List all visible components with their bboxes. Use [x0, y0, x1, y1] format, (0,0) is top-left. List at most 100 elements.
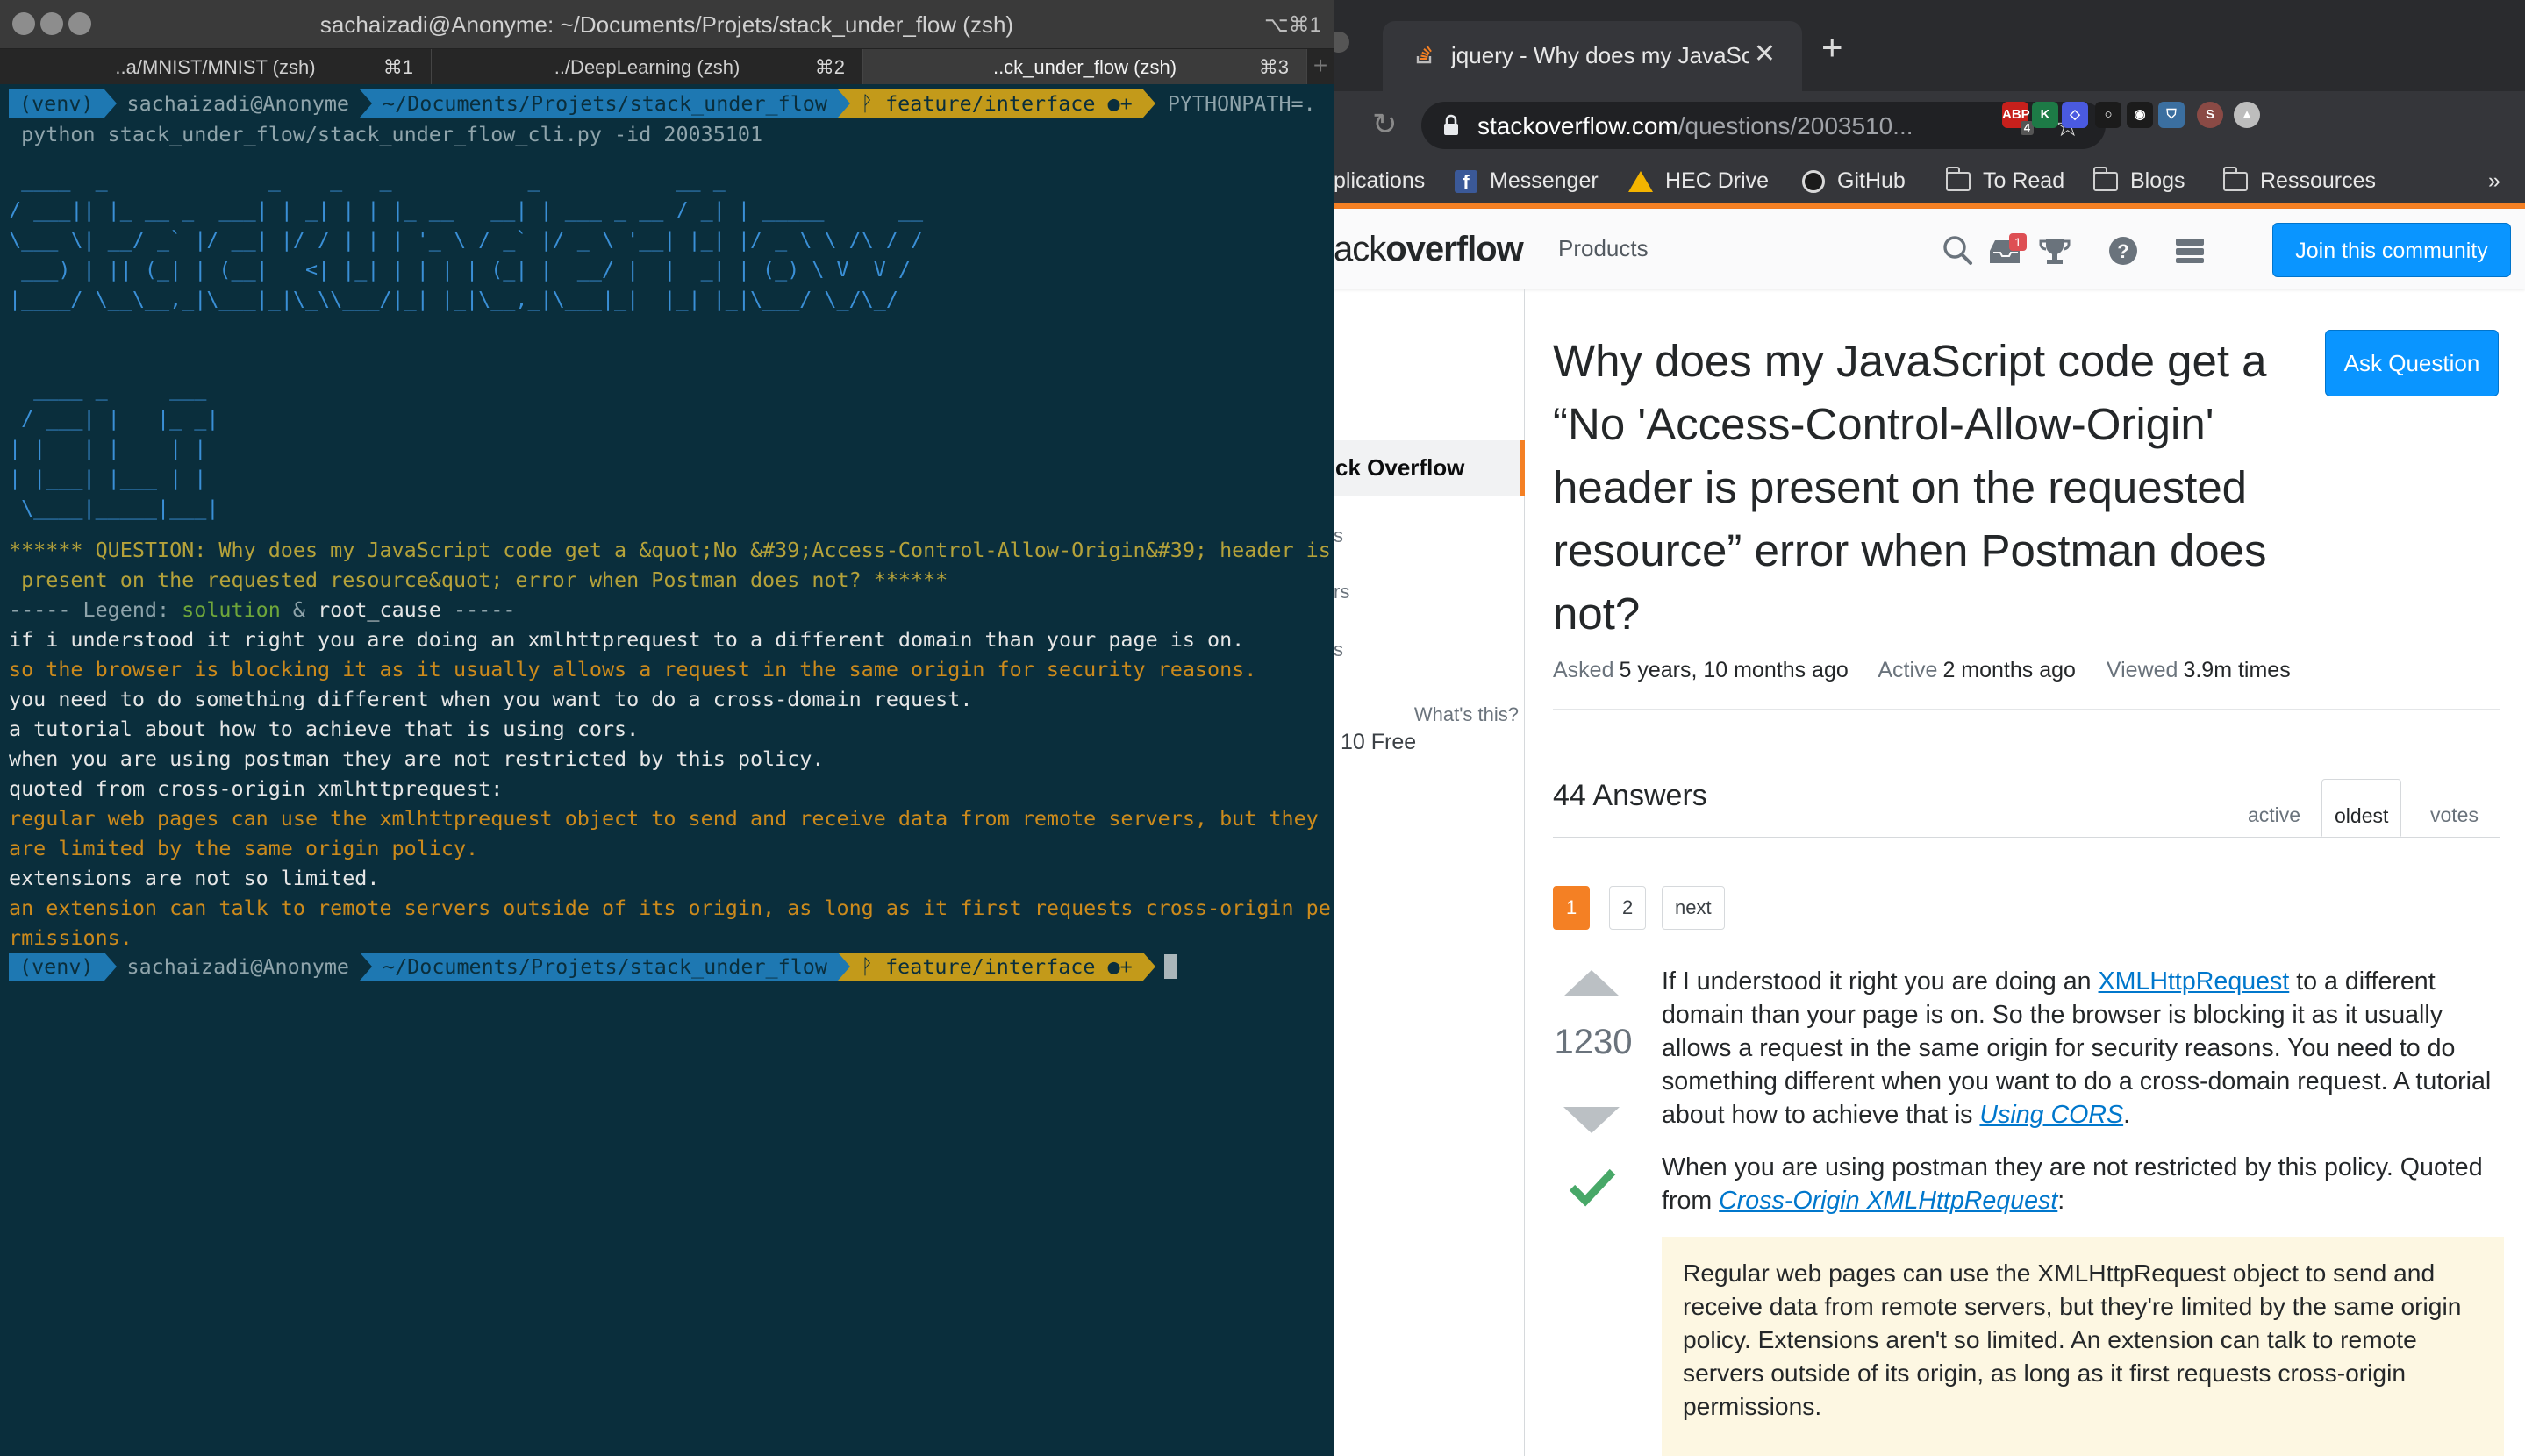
solution-output-line: regular web pages can use the xmlhttpreq…: [9, 806, 1319, 831]
question-line: present on the requested resource&quot; …: [9, 567, 948, 592]
terminal-tab-stack-under-flow[interactable]: ..ck_under_flow (zsh) ⌘3: [863, 49, 1307, 84]
prompt-separator: [1142, 89, 1155, 118]
active-value[interactable]: 2 months ago: [1942, 658, 2076, 682]
bookmark-label: Ressources: [2260, 168, 2376, 193]
browser-extension-icon[interactable]: ⛉: [2158, 102, 2185, 128]
terminal-shortcut: ⌥⌘1: [1263, 13, 1321, 37]
answer-text: :: [2057, 1187, 2065, 1215]
new-terminal-tab-button[interactable]: +: [1307, 49, 1334, 84]
terminal-tab-mnist[interactable]: ..a/MNIST/MNIST (zsh) ⌘1: [0, 49, 432, 84]
bookmark-item[interactable]: To Read: [1946, 166, 2064, 194]
browser-extension-icon[interactable]: ◉: [2127, 102, 2153, 128]
command-line: python stack_under_flow/stack_under_flow…: [9, 122, 763, 146]
whats-this-link[interactable]: What's this?: [1414, 703, 1519, 726]
sidebar-item-fragment[interactable]: s: [1334, 639, 1343, 661]
terminal-tab-deeplearning[interactable]: ../DeepLearning (zsh) ⌘2: [432, 49, 863, 84]
viewed-label: Viewed: [2106, 658, 2178, 682]
close-tab-icon[interactable]: ✕: [1754, 39, 1776, 69]
browser-extension-icon[interactable]: ◇: [2062, 102, 2088, 128]
divider: [1553, 837, 2500, 838]
sort-tab-votes[interactable]: votes: [2418, 779, 2491, 837]
sidebar-item-fragment[interactable]: rs: [1334, 581, 1349, 603]
cross-origin-xhr-link[interactable]: Cross-Origin XMLHttpRequest: [1719, 1187, 2057, 1215]
browser-extension-icon[interactable]: K: [2032, 102, 2058, 128]
inbox-icon[interactable]: 1: [1986, 233, 2027, 268]
legend-amp: &: [280, 597, 318, 622]
sidebar-item-stack-overflow[interactable]: ck Overflow: [1334, 440, 1525, 496]
prompt-separator: [837, 953, 850, 981]
accepted-checkmark-icon: [1569, 1168, 1616, 1207]
sort-tab-oldest[interactable]: oldest: [2321, 779, 2402, 837]
sidebar-item-fragment[interactable]: s: [1334, 525, 1343, 547]
trophy-icon[interactable]: [2037, 233, 2072, 268]
question-line: ****** QUESTION: Why does my JavaScript …: [9, 538, 1331, 562]
url-path: /questions/2003510...: [1677, 112, 1913, 139]
tab-title: jquery - Why does my JavaScri: [1451, 42, 1749, 68]
next-page-button[interactable]: next: [1662, 886, 1725, 930]
browser-toolbar: ↻ stackoverflow.com/questions/2003510...…: [1334, 91, 2525, 160]
browser-extension-icon[interactable]: ▲: [2234, 102, 2260, 128]
prompt-venv: (venv): [9, 89, 104, 118]
prompt-git-branch: ᚹ feature/interface ●+: [849, 953, 1143, 981]
browser-extension-icon[interactable]: ○: [2095, 102, 2121, 128]
bookmark-item[interactable]: HEC Drive: [1628, 168, 1769, 194]
browser-extension-icon[interactable]: ABP 4: [2002, 102, 2034, 135]
free-teams-link[interactable]: 10 Free: [1341, 730, 1416, 755]
prompt-separator: [104, 89, 117, 118]
solution-output-line: so the browser is blocking it as it usua…: [9, 657, 1257, 682]
bookmark-item[interactable]: plications: [1334, 168, 1425, 194]
bookmark-item[interactable]: f Messenger: [1455, 168, 1599, 194]
search-icon[interactable]: [1941, 233, 1976, 268]
browser-tab-bar: jquery - Why does my JavaScri ✕ +: [1334, 0, 2525, 91]
terminal-cursor: [1163, 954, 1177, 979]
stackoverflow-favicon-icon: [1416, 45, 1432, 64]
question-title[interactable]: Why does my JavaScript code get a “No 'A…: [1553, 330, 2325, 646]
sort-tab-active[interactable]: active: [2235, 779, 2313, 837]
root-cause-output-line: if i understood it right you are doing a…: [9, 627, 1245, 652]
svg-text:?: ?: [2117, 240, 2128, 262]
root-cause-output-line: a tutorial about how to achieve that is …: [9, 717, 640, 741]
prompt-separator: [1142, 953, 1155, 981]
page-2-button[interactable]: 2: [1609, 886, 1647, 930]
legend-prefix: ----- Legend:: [9, 597, 182, 622]
stackoverflow-logo[interactable]: ackoverflow: [1334, 230, 1524, 269]
ascii-banner-line: ____ _ _ _ _ _ __ _: [9, 168, 726, 192]
lock-icon: [1444, 114, 1458, 135]
legend-solution: solution: [182, 597, 281, 622]
solution-output-line: rmissions.: [9, 925, 132, 950]
prompt-user: sachaizadi@Anonyme: [116, 953, 360, 981]
upvote-arrow-icon[interactable]: [1563, 970, 1620, 996]
products-link[interactable]: Products: [1558, 235, 1649, 262]
bookmarks-overflow-button[interactable]: »: [2488, 168, 2500, 194]
answer-text: .: [2123, 1101, 2131, 1129]
logo-bold: overflow: [1385, 230, 1523, 268]
tab-label: ..ck_under_flow (zsh): [992, 56, 1177, 78]
prompt-git-branch: ᚹ feature/interface ●+: [849, 89, 1143, 118]
ascii-banner-line: | | | | | |: [9, 436, 207, 460]
xmlhttprequest-link[interactable]: XMLHttpRequest: [2099, 967, 2290, 996]
terminal-output[interactable]: (venv) sachaizadi@Anonyme ~/Documents/Pr…: [0, 84, 1334, 1456]
bookmark-item[interactable]: GitHub: [1802, 168, 1906, 194]
bookmark-item[interactable]: Ressources: [2223, 166, 2376, 194]
answer-paragraph: If I understood it right you are doing a…: [1662, 965, 2506, 1131]
page-1-button[interactable]: 1: [1553, 886, 1591, 930]
join-community-button[interactable]: Join this community: [2272, 223, 2511, 277]
shell-prompt: (venv) sachaizadi@Anonyme ~/Documents/Pr…: [9, 953, 1177, 981]
new-tab-button[interactable]: +: [1821, 26, 1843, 68]
ask-question-button[interactable]: Ask Question: [2325, 330, 2499, 396]
reload-icon[interactable]: ↻: [1372, 107, 1398, 142]
google-drive-icon: [1628, 170, 1653, 192]
terminal-title: sachaizadi@Anonyme: ~/Documents/Projets/…: [319, 11, 1014, 38]
using-cors-link[interactable]: Using CORS: [1979, 1101, 2123, 1129]
address-url: stackoverflow.com/questions/2003510...: [1477, 112, 1969, 140]
browser-tab[interactable]: jquery - Why does my JavaScri ✕: [1383, 21, 1802, 91]
browser-extension-icon[interactable]: S: [2197, 102, 2223, 128]
ascii-banner-line: |____/ \__\__,_|\___|_|\_\\___/|_| |_|\_…: [9, 287, 898, 311]
help-icon[interactable]: ?: [2106, 233, 2141, 268]
prompt-path: ~/Documents/Projets/stack_under_flow: [371, 89, 838, 118]
bookmark-item[interactable]: Blogs: [2093, 166, 2185, 194]
site-switcher-icon[interactable]: [2172, 233, 2207, 268]
active-label: Active: [1878, 658, 1938, 682]
window-control-button[interactable]: [1334, 32, 1349, 53]
downvote-arrow-icon[interactable]: [1563, 1107, 1620, 1133]
